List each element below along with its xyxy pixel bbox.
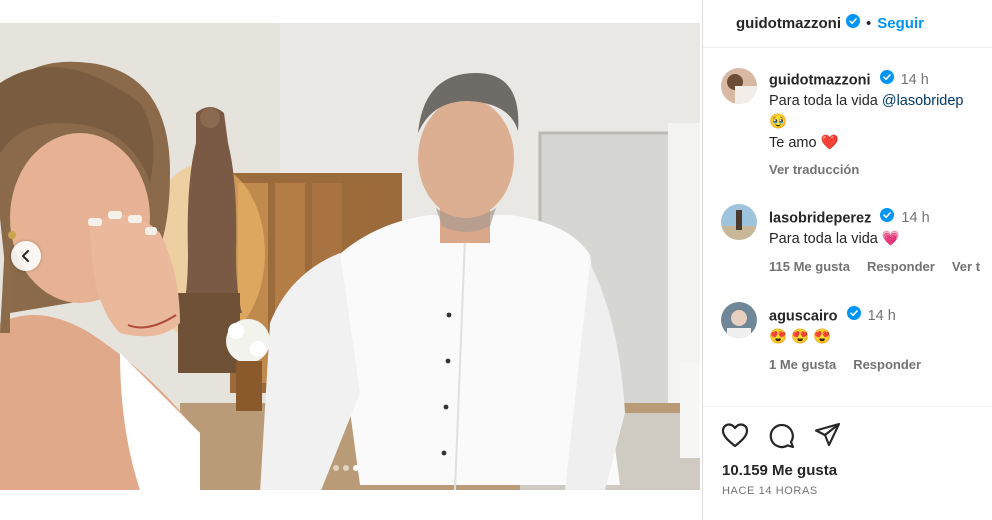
- post-timestamp: HACE 14 HORAS: [722, 485, 818, 497]
- post-photo[interactable]: [0, 23, 700, 490]
- avatar[interactable]: [721, 204, 757, 240]
- verified-badge-icon: [846, 14, 860, 33]
- follow-button[interactable]: Seguir: [877, 15, 924, 32]
- post-media-pane: [0, 0, 702, 520]
- comment-text: Para toda la vida: [769, 231, 882, 248]
- post-like-count[interactable]: 10.159 Me gusta: [722, 462, 837, 479]
- comment-text: Para toda la vida: [769, 93, 882, 110]
- send-icon: [814, 422, 841, 447]
- heart-emoji: ❤️: [820, 135, 839, 152]
- comment-text-line: Te amo: [769, 135, 821, 152]
- mention-link[interactable]: @lasobridep: [882, 93, 964, 109]
- comment-button[interactable]: [768, 422, 795, 454]
- comment-time: 14 h: [901, 210, 930, 227]
- comments-list: guidotmazzoni 14 h Para toda la vida @la…: [703, 56, 992, 404]
- photo-illustration: [0, 23, 700, 490]
- comment-emoji: 🥹: [769, 114, 788, 131]
- actions-divider: [703, 406, 992, 407]
- comment-username[interactable]: guidotmazzoni: [769, 72, 871, 88]
- see-translation-link[interactable]: Ver traducción: [769, 162, 859, 177]
- comment-likes[interactable]: 115 Me gusta: [769, 259, 850, 274]
- comment-username[interactable]: lasobrideperez: [769, 210, 871, 226]
- chevron-left-icon: [22, 250, 29, 262]
- header-separator: •: [866, 15, 872, 32]
- verified-badge-icon: [846, 306, 861, 327]
- comment-icon: [769, 423, 795, 449]
- see-translation-link[interactable]: Ver t: [952, 259, 980, 274]
- carousel-dot: [343, 465, 349, 471]
- verified-badge-icon: [880, 208, 895, 229]
- like-button[interactable]: [721, 422, 749, 454]
- reply-button[interactable]: Responder: [853, 357, 921, 372]
- carousel-prev-button[interactable]: [11, 241, 41, 271]
- carousel-dot: [333, 465, 339, 471]
- post-sidebar: guidotmazzoni • Seguir guidotmazzoni 14 …: [702, 0, 992, 520]
- verified-badge-icon: [879, 70, 894, 91]
- comment-text: 😍 😍 😍: [769, 329, 832, 346]
- avatar[interactable]: [721, 302, 757, 338]
- heart-emoji: 💗: [881, 231, 900, 248]
- carousel-indicator: [333, 465, 359, 471]
- comment-username[interactable]: aguscairo: [769, 308, 838, 324]
- reply-button[interactable]: Responder: [867, 259, 935, 274]
- post-actions: [721, 422, 841, 454]
- comment-time: 14 h: [900, 72, 929, 89]
- post-header: guidotmazzoni • Seguir: [703, 0, 992, 48]
- share-button[interactable]: [814, 422, 841, 454]
- carousel-dot-active: [353, 465, 359, 471]
- avatar[interactable]: [721, 68, 757, 104]
- post-author-username[interactable]: guidotmazzoni: [736, 15, 841, 32]
- comment-time: 14 h: [867, 308, 896, 325]
- heart-icon: [721, 423, 749, 448]
- comment-likes[interactable]: 1 Me gusta: [769, 357, 836, 372]
